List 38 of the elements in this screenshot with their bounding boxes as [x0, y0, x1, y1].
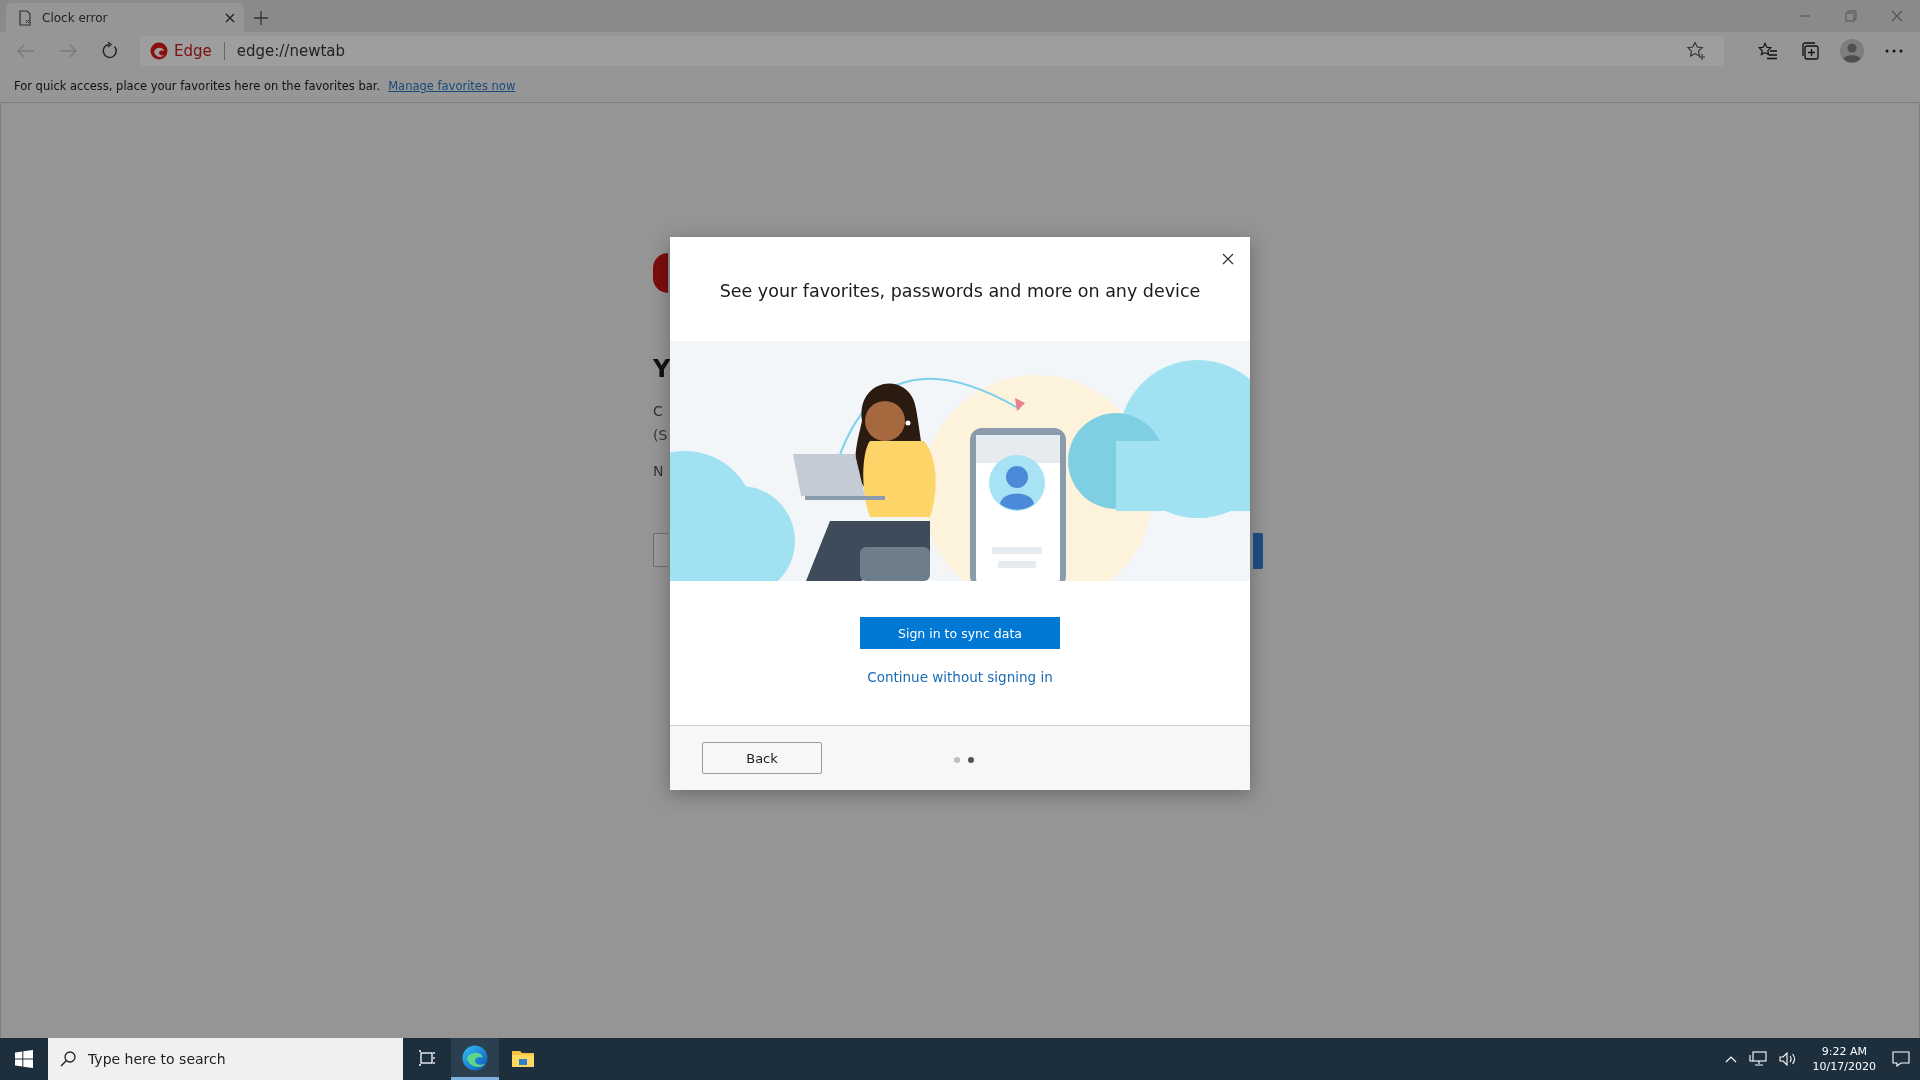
back-button[interactable]: Back: [702, 742, 822, 774]
continue-without-signing-in-link[interactable]: Continue without signing in: [867, 669, 1053, 685]
site-label: Edge: [174, 42, 212, 60]
manage-favorites-link[interactable]: Manage favorites now: [388, 79, 516, 93]
page-heading: Y: [653, 355, 672, 383]
close-icon[interactable]: [224, 11, 236, 24]
star-plus-icon[interactable]: [1686, 41, 1706, 61]
volume-icon[interactable]: [1778, 1051, 1797, 1067]
chevron-up-icon[interactable]: [1724, 1055, 1737, 1063]
clock[interactable]: 9:22 AM 10/17/2020: [1806, 1044, 1882, 1074]
page-indicator-dot[interactable]: [968, 757, 974, 763]
sign-in-button[interactable]: Sign in to sync data: [860, 617, 1060, 649]
url-text: edge://newtab: [236, 42, 346, 60]
page-text: (S: [653, 426, 669, 445]
search-icon: [60, 1051, 76, 1067]
favorites-bar-message: For quick access, place your favorites here on the favorites bar.: [14, 79, 381, 93]
folder-icon[interactable]: [512, 1048, 534, 1067]
plus-icon[interactable]: [254, 10, 268, 25]
more-dots-icon[interactable]: [1885, 49, 1903, 53]
refresh-icon[interactable]: [101, 42, 119, 60]
page-icon: [18, 9, 32, 26]
network-icon[interactable]: [1748, 1051, 1767, 1067]
close-icon[interactable]: [1222, 253, 1234, 265]
collections-icon[interactable]: [1800, 41, 1820, 61]
task-view-icon[interactable]: [418, 1049, 436, 1066]
favorites-list-icon[interactable]: [1758, 42, 1778, 60]
dialog-title: See your favorites, passwords and more on any device: [719, 281, 1201, 301]
address-bar[interactable]: Edge edge://newtab: [140, 36, 1724, 66]
edge-browser-icon[interactable]: [462, 1044, 488, 1071]
taskbar-search-field[interactable]: Type here to search: [48, 1038, 403, 1080]
windows-logo-icon[interactable]: [15, 1050, 33, 1068]
page-indicator-dot[interactable]: [954, 757, 960, 763]
browser-tab[interactable]: Clock error: [6, 3, 244, 32]
page-text: C: [653, 402, 664, 421]
profile-avatar-icon[interactable]: [1840, 39, 1864, 63]
notification-icon[interactable]: [1892, 1051, 1910, 1067]
edge-logo-icon: [150, 42, 168, 60]
page-text: N: [653, 462, 665, 481]
